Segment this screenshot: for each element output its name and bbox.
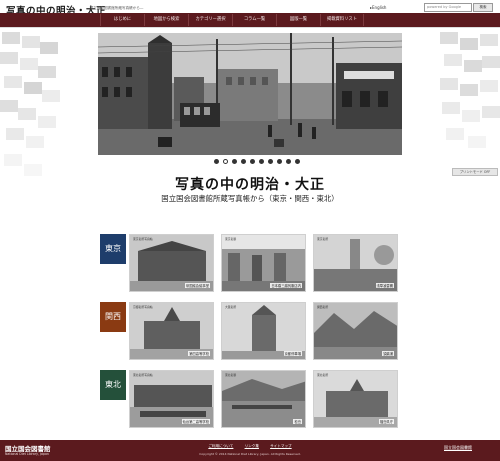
nav-item-category[interactable]: カテゴリー選択 <box>188 14 232 26</box>
category-badge-tohoku[interactable]: 東北 <box>100 370 126 400</box>
main-nav: はじめに 地図から検索 カテゴリー選択 コラム一覧 図版一覧 掲載資料リスト <box>0 13 500 27</box>
slide-dot[interactable] <box>232 159 237 164</box>
left-photo-mosaic <box>0 32 60 192</box>
photo-thumb[interactable]: 東京名勝 日本橋三越呉服店内 <box>221 234 306 292</box>
footer-link-sitemap[interactable]: サイトマップ <box>270 444 292 448</box>
english-link[interactable]: ▸English <box>370 5 386 10</box>
slide-dot[interactable] <box>250 159 255 164</box>
ndl-top-link[interactable]: 国立国会図書館 <box>444 445 472 451</box>
photo-caption: 帝国議会議事堂 <box>184 283 210 288</box>
page-subtitle: 国立国会図書館所蔵写真帳から（東京・関西・東北） <box>161 194 339 203</box>
nav-item-columns[interactable]: コラム一覧 <box>232 14 276 26</box>
slide-dot[interactable] <box>277 159 282 164</box>
slide-dot-active[interactable] <box>223 159 228 164</box>
hero-slideshow-image[interactable] <box>98 33 402 155</box>
copyright: Copyright © 2014 National Diet Library, … <box>199 452 301 456</box>
photo-caption: 第四高等学校 <box>188 351 210 356</box>
footer-link-usage[interactable]: ご利用について <box>208 444 233 448</box>
photo-caption: 日本橋三越呉服店内 <box>270 283 302 288</box>
photo-thumb[interactable]: 京都名所写真帖 第四高等学校 <box>129 302 214 360</box>
photo-source-label: 東北名勝 <box>225 373 237 377</box>
site-footer: 国立国会図書館 National Diet Library, Japan ご利用… <box>0 440 500 461</box>
nav-item-map-search[interactable]: 地図から検索 <box>144 14 188 26</box>
photo-caption: 松島 <box>293 419 302 424</box>
page-title: 写真の中の明治・大正 <box>175 177 325 193</box>
search-button[interactable]: 検索 <box>473 3 493 12</box>
category-badge-tokyo[interactable]: 東京 <box>100 234 126 264</box>
slide-dot[interactable] <box>259 159 264 164</box>
photo-source-label: 東京名勝 <box>225 237 237 241</box>
photo-source-label: 東北名所写真帖 <box>133 373 153 377</box>
site-subtitle: —国立国会図書館所蔵写真帳から— <box>86 6 144 10</box>
nav-item-figures[interactable]: 図版一覧 <box>276 14 320 26</box>
photo-caption: 福島県庁 <box>378 419 394 424</box>
footer-link-links[interactable]: リンク集 <box>245 444 259 448</box>
photo-caption: 須磨浦 <box>382 351 394 356</box>
photo-thumb[interactable]: 東北名勝 松島 <box>221 370 306 428</box>
photo-thumb[interactable]: 東北名所 福島県庁 <box>313 370 398 428</box>
photo-caption: 仙台第二高等学校 <box>181 419 210 424</box>
photo-thumb[interactable]: 東京名所 浅草凌雲閣 <box>313 234 398 292</box>
search-input[interactable]: powered by Google <box>424 3 472 12</box>
footer-links: ご利用について リンク集 サイトマップ <box>0 444 500 449</box>
photo-thumb[interactable]: 関西名所 須磨浦 <box>313 302 398 360</box>
photo-caption: 京都停車場 <box>283 351 302 356</box>
slide-dot[interactable] <box>241 159 246 164</box>
slide-dot[interactable] <box>295 159 300 164</box>
photo-source-label: 関西名所 <box>317 305 329 309</box>
photo-source-label: 東京名所 <box>317 237 329 241</box>
photo-thumb[interactable]: 東京名所写真帖 帝国議会議事堂 <box>129 234 214 292</box>
nav-item-intro[interactable]: はじめに <box>100 14 144 26</box>
nav-item-materials[interactable]: 掲載資料リスト <box>320 14 364 26</box>
photo-thumb[interactable]: 東北名所写真帖 仙台第二高等学校 <box>129 370 214 428</box>
photo-caption: 浅草凌雲閣 <box>375 283 394 288</box>
photo-source-label: 東北名所 <box>317 373 329 377</box>
slide-dot[interactable] <box>286 159 291 164</box>
photo-source-label: 大阪名所 <box>225 305 237 309</box>
photo-source-label: 東京名所写真帖 <box>133 237 153 241</box>
slide-dot[interactable] <box>214 159 219 164</box>
slideshow-dots <box>214 159 300 164</box>
photo-source-label: 京都名所写真帖 <box>133 305 153 309</box>
category-badge-kansai[interactable]: 関西 <box>100 302 126 332</box>
slide-dot[interactable] <box>268 159 273 164</box>
photo-thumb[interactable]: 大阪名所 京都停車場 <box>221 302 306 360</box>
